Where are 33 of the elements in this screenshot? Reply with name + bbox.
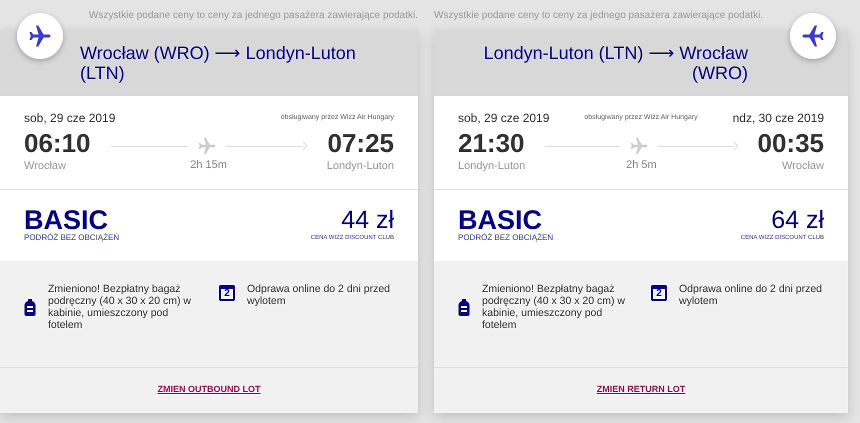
calendar-icon: 2 [651,284,667,300]
feature-text: Odprawa online do 2 dni przed wylotem [679,282,824,306]
change-flight-link[interactable]: ZMIEN RETURN LOT [596,383,686,397]
feature-text: Zmieniono! Bezpłatny bagaż podręczny (40 x 30 x 20 cm) w kabinie, umieszczony pod fotelem [48,282,192,330]
departure-city: Londyn-Luton [458,159,526,174]
arrow-head-icon [302,142,307,150]
calendar-icon: 2 [219,284,235,300]
change-flight-link[interactable]: ZMIEN OUTBOUND LOT [158,383,260,397]
flight-duration: 2h 15m [190,158,227,173]
feature-text: Zmieniono! Bezpłatny bagaż podręczny (40 x 30 x 20 cm) w kabinie, umieszczony pod fotelem [482,282,626,330]
arrival-date: ndz, 30 cze 2019 [732,110,824,127]
flight-duration: 2h 5m [626,158,657,173]
arrow-head-icon [734,142,738,150]
arrival-time: 00:35 [758,128,824,158]
feature-text: Odprawa online do 2 dni przed wylotem [247,282,392,306]
departure-date: sob, 29 cze 2019 [458,110,550,127]
price-notice: Wszystkie podane ceny to ceny za jednego pasażera zawierające podatki. [88,8,418,22]
route-title: Wrocław (WRO) ⟶ Londyn-Luton (LTN) [80,43,357,83]
arrival-city: Wrocław [782,159,824,174]
arrival-city: Londyn-Luton [326,159,394,174]
route-title: Londyn-Luton (LTN) ⟶ Wrocław (WRO) [482,43,748,83]
price: 44 zł [341,207,394,233]
departure-time: 06:10 [24,128,90,158]
arrival-time: 07:25 [328,128,394,158]
price-notice: Wszystkie podane ceny to ceny za jednego pasażera zawierające podatki. [434,8,764,22]
fare-subtitle: PODRÓŻ BEZ OBCIĄŻEŃ [24,233,120,243]
fare-subtitle: PODRÓŻ BEZ OBCIĄŻEŃ [458,233,554,243]
fare-name: BASIC [24,207,108,233]
price: 64 zł [771,207,824,233]
departure-city: Wrocław [24,159,67,174]
fare-name: BASIC [458,207,542,233]
departure-date: sob, 29 cze 2019 [24,110,116,127]
departure-time: 21:30 [458,128,526,158]
